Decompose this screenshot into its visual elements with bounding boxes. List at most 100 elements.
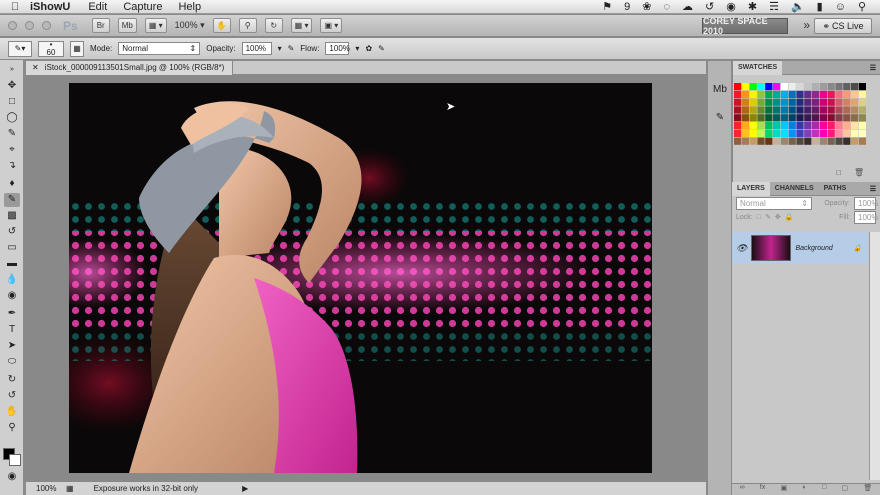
- swatch-cell[interactable]: [819, 129, 827, 137]
- swatch-cell[interactable]: [757, 83, 765, 91]
- delete-swatch-icon[interactable]: 🗑: [854, 168, 864, 177]
- swatch-cell[interactable]: [757, 137, 765, 145]
- layer-style-icon[interactable]: fx: [760, 484, 765, 495]
- swatch-cell[interactable]: [765, 114, 773, 122]
- swatch-cell[interactable]: [749, 122, 757, 130]
- swatches-grid[interactable]: [734, 83, 868, 148]
- swatch-cell[interactable]: [773, 122, 781, 130]
- swatch-cell[interactable]: [757, 114, 765, 122]
- swatch-cell[interactable]: [851, 106, 859, 114]
- history-brush-tool-icon[interactable]: ↺: [4, 225, 20, 239]
- swatch-cell[interactable]: [757, 98, 765, 106]
- swatch-cell[interactable]: [741, 122, 749, 130]
- swatch-cell[interactable]: [757, 129, 765, 137]
- swatch-cell[interactable]: [835, 98, 843, 106]
- swatch-cell[interactable]: [796, 98, 804, 106]
- swatch-cell[interactable]: [835, 106, 843, 114]
- rotate-view-button[interactable]: ↻: [264, 18, 283, 33]
- quick-mask-icon[interactable]: ◉: [4, 470, 20, 484]
- swatch-cell[interactable]: [843, 83, 851, 91]
- brush-tool-icon[interactable]: ✎: [4, 193, 20, 207]
- swatch-cell[interactable]: [804, 90, 812, 98]
- swatch-cell[interactable]: [819, 90, 827, 98]
- lock-all-icon[interactable]: 🔒: [785, 213, 794, 221]
- swatch-cell[interactable]: [851, 98, 859, 106]
- swatch-cell[interactable]: [765, 90, 773, 98]
- swatch-cell[interactable]: [827, 98, 835, 106]
- menu-capture[interactable]: Capture: [123, 1, 162, 13]
- swatch-cell[interactable]: [835, 122, 843, 130]
- swatch-cell[interactable]: [734, 90, 742, 98]
- background-color-swatch[interactable]: [9, 454, 21, 466]
- swatch-cell[interactable]: [757, 122, 765, 130]
- tab-channels[interactable]: CHANNELS: [770, 182, 819, 196]
- swatch-cell[interactable]: [812, 83, 820, 91]
- swatch-cell[interactable]: [835, 90, 843, 98]
- workspace-switcher[interactable]: COREY SPACE 2010: [702, 16, 788, 36]
- swatch-cell[interactable]: [804, 106, 812, 114]
- swatch-cell[interactable]: [827, 83, 835, 91]
- swatch-cell[interactable]: [843, 137, 851, 145]
- launch-bridge-button[interactable]: Br: [91, 18, 110, 33]
- swatch-cell[interactable]: [788, 90, 796, 98]
- swatch-cell[interactable]: [851, 90, 859, 98]
- tab-layers[interactable]: LAYERS: [732, 181, 770, 196]
- swatch-cell[interactable]: [788, 122, 796, 130]
- lock-pixels-icon[interactable]: ✎: [765, 213, 771, 221]
- swatch-cell[interactable]: [749, 129, 757, 137]
- marquee-tool-icon[interactable]: □: [4, 95, 20, 109]
- swatch-cell[interactable]: [780, 106, 788, 114]
- status-menu-arrow-icon[interactable]: ▶: [242, 484, 248, 493]
- user-icon[interactable]: ☺: [835, 1, 846, 13]
- swatch-cell[interactable]: [843, 98, 851, 106]
- cloud-icon[interactable]: ☁: [682, 0, 693, 13]
- swatch-cell[interactable]: [734, 122, 742, 130]
- eraser-tool-icon[interactable]: ▭: [4, 241, 20, 255]
- swatch-cell[interactable]: [858, 90, 866, 98]
- swatch-cell[interactable]: [796, 106, 804, 114]
- swatch-cell[interactable]: [765, 122, 773, 130]
- swatch-cell[interactable]: [819, 106, 827, 114]
- swatch-cell[interactable]: [780, 83, 788, 91]
- swatch-cell[interactable]: [773, 129, 781, 137]
- chevron-right-icon[interactable]: »: [803, 18, 810, 32]
- swatch-cell[interactable]: [812, 90, 820, 98]
- swatch-cell[interactable]: [812, 106, 820, 114]
- swatch-cell[interactable]: [773, 106, 781, 114]
- swatch-cell[interactable]: [773, 98, 781, 106]
- swatch-cell[interactable]: [749, 98, 757, 106]
- swatch-cell[interactable]: [780, 129, 788, 137]
- swatch-cell[interactable]: [757, 90, 765, 98]
- swatch-cell[interactable]: [827, 129, 835, 137]
- flow-input[interactable]: 100%: [325, 42, 350, 55]
- menu-edit[interactable]: Edit: [88, 1, 107, 13]
- view-extras-button[interactable]: ▦ ▾: [144, 18, 167, 33]
- swatch-cell[interactable]: [734, 137, 742, 145]
- timemachine-icon[interactable]: ↺: [705, 0, 714, 13]
- opacity-input[interactable]: 100%: [241, 42, 272, 55]
- cs-live-button[interactable]: ⚭ CS Live: [814, 18, 872, 34]
- swatch-cell[interactable]: [780, 122, 788, 130]
- swatch-cell[interactable]: [812, 137, 820, 145]
- swatch-cell[interactable]: [819, 83, 827, 91]
- swatch-cell[interactable]: [734, 98, 742, 106]
- layer-row-background[interactable]: 👁 Background 🔒: [732, 232, 868, 264]
- zoom-tool-icon[interactable]: ⚲: [4, 421, 20, 435]
- blur-tool-icon[interactable]: 💧: [4, 273, 20, 287]
- swatch-cell[interactable]: [827, 137, 835, 145]
- path-select-tool-icon[interactable]: ➤: [4, 339, 20, 353]
- swatch-cell[interactable]: [858, 114, 866, 122]
- brush-panel-toggle[interactable]: ▦: [70, 40, 84, 57]
- new-group-icon[interactable]: □: [822, 484, 826, 495]
- swatch-cell[interactable]: [749, 137, 757, 145]
- swatch-cell[interactable]: [741, 83, 749, 91]
- swatch-cell[interactable]: [734, 106, 742, 114]
- swatch-cell[interactable]: [858, 129, 866, 137]
- swatch-cell[interactable]: [796, 137, 804, 145]
- swatch-cell[interactable]: [835, 83, 843, 91]
- swatch-cell[interactable]: [812, 114, 820, 122]
- swatch-cell[interactable]: [773, 90, 781, 98]
- document-tab[interactable]: ✕ iStock_000009113501Small.jpg @ 100% (R…: [26, 60, 234, 75]
- swatch-cell[interactable]: [749, 106, 757, 114]
- swatch-cell[interactable]: [765, 98, 773, 106]
